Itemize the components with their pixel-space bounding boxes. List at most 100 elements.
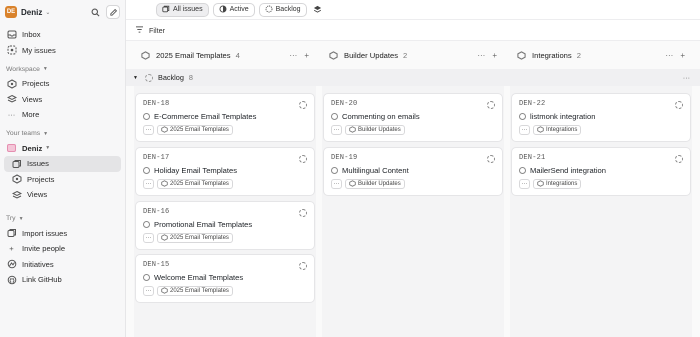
issue-title: E-Commerce Email Templates	[154, 112, 257, 121]
section-try[interactable]: Try ▼	[4, 212, 121, 226]
status-icon[interactable]	[331, 167, 338, 174]
backlog-icon	[265, 5, 273, 15]
project-tag-label: 2025 Email Templates	[170, 288, 229, 294]
project-icon	[537, 179, 544, 189]
issue-card[interactable]: DEN-15 Welcome Email Templates ··· 2025 Ema…	[135, 254, 315, 303]
issue-id: DEN-22	[519, 100, 546, 108]
sidebar-item-inbox[interactable]: Inbox	[4, 27, 121, 43]
issue-card[interactable]: DEN-21 MailerSend integration ··· Integrati…	[511, 147, 691, 196]
tab-backlog[interactable]: Backlog	[258, 2, 307, 17]
more-icon: ···	[7, 110, 16, 120]
more-icon[interactable]: ···	[683, 73, 690, 82]
sidebar-item-initiatives[interactable]: Initiatives	[4, 257, 121, 273]
section-your-teams[interactable]: Your teams ▼	[4, 127, 121, 141]
sidebar-item-team-issues[interactable]: Issues	[4, 156, 121, 172]
section-workspace[interactable]: Workspace ▼	[4, 62, 121, 76]
add-icon[interactable]: +	[304, 51, 309, 60]
caret-down-icon: ▼	[45, 145, 51, 152]
sidebar-item-invite-people[interactable]: + Invite people	[4, 241, 121, 257]
priority-icon[interactable]: ···	[143, 125, 154, 135]
project-tag[interactable]: 2025 Email Templates	[157, 125, 233, 135]
sidebar-item-team-views[interactable]: Views	[4, 187, 121, 203]
project-tag[interactable]: Integrations	[533, 125, 582, 135]
views-icon	[6, 94, 17, 105]
more-icon[interactable]: ···	[477, 51, 485, 60]
issue-card[interactable]: DEN-17 Holiday Email Templates ··· 2025 Ema…	[135, 147, 315, 196]
priority-icon[interactable]: ···	[331, 179, 342, 189]
more-icon[interactable]: ···	[289, 51, 297, 60]
sidebar-item-projects[interactable]: Projects	[4, 76, 121, 92]
project-tag[interactable]: 2025 Email Templates	[157, 233, 233, 243]
sidebar-item-views[interactable]: Views	[4, 92, 121, 108]
section-label: Try	[6, 215, 16, 222]
priority-icon[interactable]: ···	[143, 286, 154, 296]
tab-label: Backlog	[275, 6, 301, 13]
priority-icon[interactable]: ···	[519, 179, 530, 189]
project-icon	[161, 233, 168, 243]
status-icon[interactable]	[143, 274, 150, 281]
workspace-actions	[88, 5, 120, 19]
sidebar-item-my-issues[interactable]: My issues	[4, 43, 121, 59]
issue-card[interactable]: DEN-18 E-Commerce Email Templates ··· 2025 …	[135, 93, 315, 142]
assignee-icon[interactable]	[299, 101, 307, 109]
active-icon	[219, 5, 227, 15]
issue-id: DEN-18	[143, 100, 170, 108]
filter-label: Filter	[149, 25, 165, 35]
issue-title: Promotional Email Templates	[154, 220, 253, 229]
status-icon[interactable]	[331, 113, 338, 120]
sidebar-item-link-github[interactable]: Link GitHub	[4, 272, 121, 288]
project-tag[interactable]: Integrations	[533, 179, 582, 189]
status-icon[interactable]	[143, 167, 150, 174]
layers-icon[interactable]	[311, 3, 325, 17]
assignee-icon[interactable]	[675, 101, 683, 109]
backlog-icon	[144, 73, 153, 82]
column-count: 4	[235, 50, 240, 60]
sidebar-item-more[interactable]: ··· More	[4, 107, 121, 123]
group-header-backlog[interactable]: ▼ Backlog 8 ···	[126, 69, 700, 86]
add-icon[interactable]: +	[492, 51, 497, 60]
github-icon	[6, 274, 17, 285]
assignee-icon[interactable]	[299, 209, 307, 217]
issue-card[interactable]: DEN-19 Multilingual Content ··· Builder Upd…	[323, 147, 503, 196]
priority-icon[interactable]: ···	[331, 125, 342, 135]
project-tag[interactable]: 2025 Email Templates	[157, 179, 233, 189]
add-icon[interactable]: +	[680, 51, 685, 60]
priority-icon[interactable]: ···	[143, 179, 154, 189]
more-icon[interactable]: ···	[665, 51, 673, 60]
project-tag[interactable]: Builder Updates	[345, 179, 405, 189]
tab-active[interactable]: Active	[212, 2, 255, 17]
assignee-icon[interactable]	[299, 155, 307, 163]
column-header[interactable]: Integrations 2 ··· +	[511, 41, 691, 69]
issue-card[interactable]: DEN-20 Commenting on emails ··· Builder Upd…	[323, 93, 503, 142]
sidebar-item-import-issues[interactable]: Import issues	[4, 226, 121, 242]
sidebar-item-label: Invite people	[22, 244, 66, 254]
priority-icon[interactable]: ···	[143, 233, 154, 243]
assignee-icon[interactable]	[487, 101, 495, 109]
tab-all-issues[interactable]: All issues	[156, 2, 209, 17]
workspace-avatar: DE	[5, 6, 17, 18]
status-icon[interactable]	[143, 113, 150, 120]
sidebar-item-team[interactable]: Deniz ▼	[4, 141, 121, 157]
main-content: All issues Active Backlog Filter ▼ Backlo…	[126, 0, 700, 337]
search-icon[interactable]	[88, 5, 102, 19]
filter-button[interactable]: Filter	[135, 26, 165, 35]
status-icon[interactable]	[519, 167, 526, 174]
status-icon[interactable]	[519, 113, 526, 120]
column-header[interactable]: Builder Updates 2 ··· +	[323, 41, 503, 69]
issue-id: DEN-16	[143, 208, 170, 216]
caret-down-icon: ▼	[42, 66, 48, 72]
workspace-switcher[interactable]: DE Deniz ⌄	[4, 3, 121, 21]
status-icon[interactable]	[143, 221, 150, 228]
assignee-icon[interactable]	[487, 155, 495, 163]
new-issue-icon[interactable]	[106, 5, 120, 19]
project-tag[interactable]: 2025 Email Templates	[157, 286, 233, 296]
project-tag[interactable]: Builder Updates	[345, 125, 405, 135]
priority-icon[interactable]: ···	[519, 125, 530, 135]
assignee-icon[interactable]	[675, 155, 683, 163]
issue-card[interactable]: DEN-22 listmonk integration ··· Integration…	[511, 93, 691, 142]
issue-card[interactable]: DEN-16 Promotional Email Templates ··· 2025…	[135, 201, 315, 250]
assignee-icon[interactable]	[299, 262, 307, 270]
sidebar-item-team-projects[interactable]: Projects	[4, 172, 121, 188]
column-header[interactable]: 2025 Email Templates 4 ··· +	[135, 41, 315, 69]
issue-id: DEN-17	[143, 154, 170, 162]
